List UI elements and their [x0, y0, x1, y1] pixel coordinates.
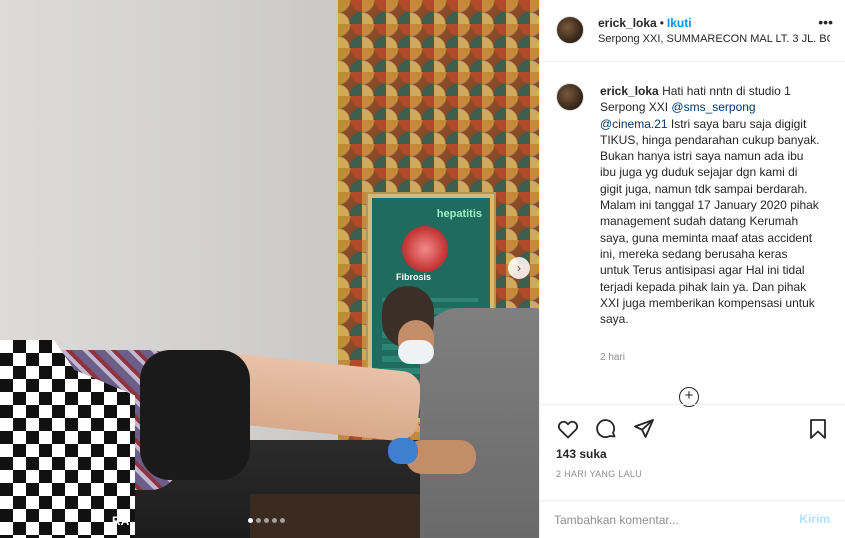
poster-liver-graphic	[402, 226, 448, 272]
caption-time: 2 hari	[600, 352, 626, 363]
nurse-mask	[398, 340, 434, 364]
carousel-dot	[248, 518, 253, 523]
mention-link[interactable]: @sms_serpong	[671, 100, 755, 114]
heart-icon[interactable]	[556, 417, 580, 441]
caption-part-2: Istri saya baru saja digigit TIKUS, hing…	[600, 116, 820, 327]
nurse-body	[420, 308, 539, 538]
caption-text: erick_loka Hati hati nntn di studio 1 Se…	[600, 83, 820, 327]
carousel-dot	[272, 518, 277, 523]
carousel-dot	[256, 518, 261, 523]
chevron-right-icon[interactable]: ›	[508, 257, 530, 279]
poster-title: hepatitis	[436, 208, 482, 220]
caption-username[interactable]: erick_loka	[600, 84, 659, 98]
comment-input[interactable]	[554, 510, 774, 530]
location-link[interactable]: Serpong XXI, SUMMARECON MAL LT. 3 JL. BO…	[598, 33, 830, 45]
carousel-dot	[280, 518, 285, 523]
post-actions: 143 suka 2 HARI YANG LALU Kirim	[540, 404, 845, 538]
username-link[interactable]: erick_loka	[598, 16, 657, 30]
carousel-dot	[264, 518, 269, 523]
like-count[interactable]: 143 suka	[556, 447, 607, 461]
more-options-icon[interactable]: •••	[818, 14, 833, 30]
avatar[interactable]	[556, 16, 584, 44]
post-sidebar: erick_loka • Ikuti Serpong XXI, SUMMARECON…	[539, 0, 845, 538]
photo-watermark: RA	[112, 514, 130, 528]
carousel-dots	[248, 518, 285, 523]
poster-label: Fibrosis	[396, 272, 432, 282]
comment-icon[interactable]	[594, 417, 618, 441]
post-comment-button[interactable]: Kirim	[799, 512, 830, 526]
post-photo[interactable]: hepatitis Fibrosis RA ›	[0, 0, 539, 538]
post-date[interactable]: 2 HARI YANG LALU	[556, 469, 642, 479]
mention-link[interactable]: @cinema.21	[600, 117, 668, 131]
caption-area: erick_loka Hati hati nntn di studio 1 Se…	[540, 63, 845, 407]
patient-shorts	[140, 350, 250, 480]
post-header: erick_loka • Ikuti Serpong XXI, SUMMARECON…	[540, 0, 845, 62]
separator: •	[659, 16, 664, 30]
share-icon[interactable]	[632, 417, 656, 441]
comment-form: Kirim	[540, 500, 845, 538]
avatar[interactable]	[556, 83, 584, 111]
blue-glove	[388, 438, 418, 464]
follow-button[interactable]: Ikuti	[667, 16, 692, 30]
bookmark-icon[interactable]	[806, 417, 830, 441]
